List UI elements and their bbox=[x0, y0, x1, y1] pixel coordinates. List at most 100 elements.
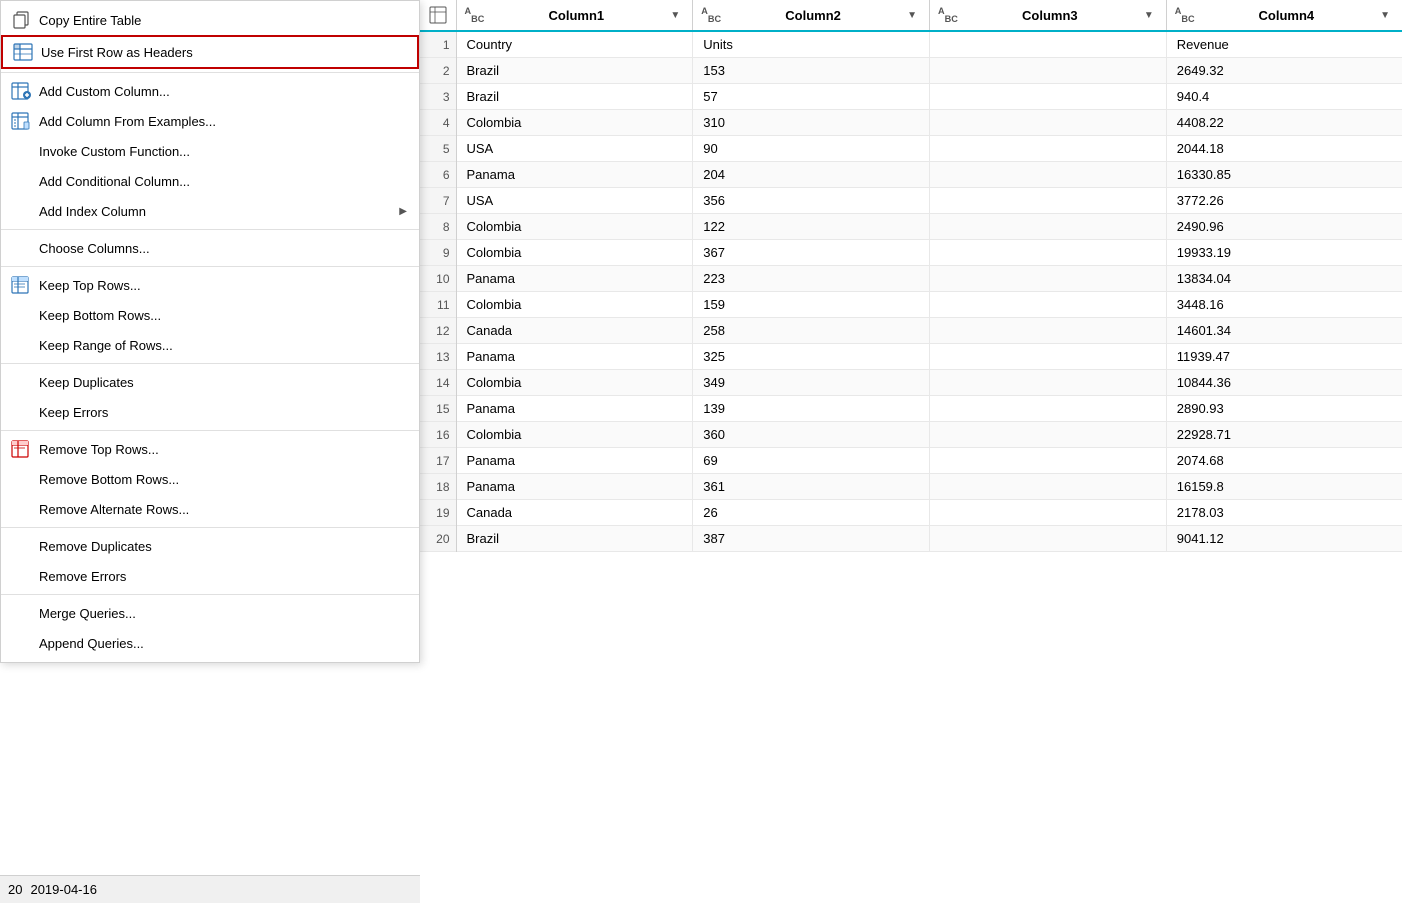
table-cell bbox=[930, 292, 1167, 318]
menu-item-remove-top-rows[interactable]: Remove Top Rows... bbox=[1, 434, 419, 464]
table-cell: Brazil bbox=[456, 526, 693, 552]
table-cell: 4408.22 bbox=[1166, 110, 1402, 136]
table-cell: 2074.68 bbox=[1166, 448, 1402, 474]
table-cell: 13834.04 bbox=[1166, 266, 1402, 292]
table-cell bbox=[930, 84, 1167, 110]
data-table: ABCColumn1▼ABCColumn2▼ABCColumn3▼ABCColu… bbox=[420, 0, 1402, 552]
table-cell: 139 bbox=[693, 396, 930, 422]
row-number-cell: 3 bbox=[420, 84, 456, 110]
menu-item-keep-errors[interactable]: Keep Errors bbox=[1, 397, 419, 427]
menu-item-use-first-row[interactable]: Use First Row as Headers bbox=[1, 35, 419, 69]
no-icon bbox=[9, 633, 33, 653]
no-icon bbox=[9, 469, 33, 489]
menu-item-label: Keep Duplicates bbox=[39, 375, 407, 390]
table-cell: 2490.96 bbox=[1166, 214, 1402, 240]
menu-item-label: Choose Columns... bbox=[39, 241, 407, 256]
no-icon bbox=[9, 566, 33, 586]
table-row: 4Colombia3104408.22 bbox=[420, 110, 1402, 136]
menu-separator bbox=[1, 363, 419, 364]
col-label-col4: Column4 bbox=[1197, 8, 1376, 23]
table-cell: 223 bbox=[693, 266, 930, 292]
menu-separator bbox=[1, 594, 419, 595]
table-cell: Canada bbox=[456, 500, 693, 526]
col-dropdown-col1[interactable]: ▼ bbox=[666, 8, 684, 23]
row-number-area: 20 2019-04-16 bbox=[0, 875, 420, 903]
menu-item-keep-bottom-rows[interactable]: Keep Bottom Rows... bbox=[1, 300, 419, 330]
table-cell: 57 bbox=[693, 84, 930, 110]
menu-item-label: Append Queries... bbox=[39, 636, 407, 651]
menu-item-label: Keep Top Rows... bbox=[39, 278, 407, 293]
table-cell: Revenue bbox=[1166, 31, 1402, 58]
table-row: 20Brazil3879041.12 bbox=[420, 526, 1402, 552]
table-cell: 22928.71 bbox=[1166, 422, 1402, 448]
row-number-cell: 13 bbox=[420, 344, 456, 370]
col-label-col2: Column2 bbox=[723, 8, 903, 23]
menu-item-remove-bottom-rows[interactable]: Remove Bottom Rows... bbox=[1, 464, 419, 494]
menu-item-label: Add Index Column bbox=[39, 204, 399, 219]
col-type-col1: ABC bbox=[465, 6, 485, 24]
menu-item-remove-errors[interactable]: Remove Errors bbox=[1, 561, 419, 591]
table-row: 16Colombia36022928.71 bbox=[420, 422, 1402, 448]
table-cell: USA bbox=[456, 136, 693, 162]
menu-item-remove-duplicates[interactable]: Remove Duplicates bbox=[1, 531, 419, 561]
col-label-col3: Column3 bbox=[960, 8, 1140, 23]
table-cell: 367 bbox=[693, 240, 930, 266]
table-cell bbox=[930, 110, 1167, 136]
row-number-cell: 12 bbox=[420, 318, 456, 344]
table-cell: 360 bbox=[693, 422, 930, 448]
table-cell: Brazil bbox=[456, 84, 693, 110]
table-row: 7USA3563772.26 bbox=[420, 188, 1402, 214]
col-label-col1: Column1 bbox=[486, 8, 666, 23]
col-type-col4: ABC bbox=[1175, 6, 1195, 24]
menu-item-label: Keep Range of Rows... bbox=[39, 338, 407, 353]
table-cell: Canada bbox=[456, 318, 693, 344]
menu-item-merge-queries[interactable]: Merge Queries... bbox=[1, 598, 419, 628]
table-cell bbox=[930, 318, 1167, 344]
col-dropdown-col4[interactable]: ▼ bbox=[1376, 8, 1394, 23]
menu-separator bbox=[1, 229, 419, 230]
row-number-cell: 19 bbox=[420, 500, 456, 526]
col-dropdown-col2[interactable]: ▼ bbox=[903, 8, 921, 23]
table-row: 15Panama1392890.93 bbox=[420, 396, 1402, 422]
table-cell bbox=[930, 422, 1167, 448]
menu-item-keep-duplicates[interactable]: Keep Duplicates bbox=[1, 367, 419, 397]
table-cell: 3772.26 bbox=[1166, 188, 1402, 214]
row-number-cell: 15 bbox=[420, 396, 456, 422]
menu-item-add-col-examples[interactable]: Add Column From Examples... bbox=[1, 106, 419, 136]
menu-item-append-queries[interactable]: Append Queries... bbox=[1, 628, 419, 658]
table-cell bbox=[930, 474, 1167, 500]
table-cell: Panama bbox=[456, 448, 693, 474]
table-row: 6Panama20416330.85 bbox=[420, 162, 1402, 188]
menu-item-keep-range-rows[interactable]: Keep Range of Rows... bbox=[1, 330, 419, 360]
table-cell: 204 bbox=[693, 162, 930, 188]
menu-item-invoke-custom-fn[interactable]: Invoke Custom Function... bbox=[1, 136, 419, 166]
table-row: 9Colombia36719933.19 bbox=[420, 240, 1402, 266]
menu-item-add-custom-col[interactable]: Add Custom Column... bbox=[1, 76, 419, 106]
table-cell: Panama bbox=[456, 266, 693, 292]
table-cell: Colombia bbox=[456, 110, 693, 136]
table-cell: 258 bbox=[693, 318, 930, 344]
no-icon bbox=[9, 536, 33, 556]
table-cell: 2649.32 bbox=[1166, 58, 1402, 84]
row-number: 20 bbox=[8, 882, 22, 897]
no-icon bbox=[9, 141, 33, 161]
col-dropdown-col3[interactable]: ▼ bbox=[1140, 8, 1158, 23]
table-cell: Units bbox=[693, 31, 930, 58]
table-cell: Panama bbox=[456, 344, 693, 370]
menu-item-copy-table[interactable]: Copy Entire Table bbox=[1, 5, 419, 35]
column-header-col1: ABCColumn1▼ bbox=[456, 0, 693, 31]
table-cell: Panama bbox=[456, 474, 693, 500]
menu-item-keep-top-rows[interactable]: Keep Top Rows... bbox=[1, 270, 419, 300]
menu-item-add-conditional-col[interactable]: Add Conditional Column... bbox=[1, 166, 419, 196]
menu-item-remove-alternate-rows[interactable]: Remove Alternate Rows... bbox=[1, 494, 419, 524]
menu-item-choose-cols[interactable]: Choose Columns... bbox=[1, 233, 419, 263]
menu-item-label: Add Custom Column... bbox=[39, 84, 407, 99]
menu-item-add-index-col[interactable]: Add Index Column▶ bbox=[1, 196, 419, 226]
row-number-cell: 16 bbox=[420, 422, 456, 448]
no-icon bbox=[9, 499, 33, 519]
table-row: 14Colombia34910844.36 bbox=[420, 370, 1402, 396]
no-icon bbox=[9, 171, 33, 191]
table-cell: 19933.19 bbox=[1166, 240, 1402, 266]
table-cell: 940.4 bbox=[1166, 84, 1402, 110]
row-number-cell: 8 bbox=[420, 214, 456, 240]
